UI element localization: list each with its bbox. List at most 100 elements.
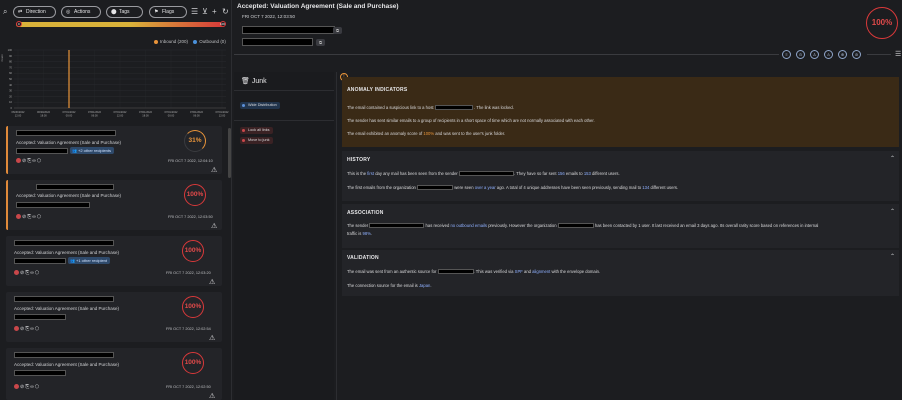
outbound-legend-label[interactable]: Outbound (0) [199,39,226,44]
redacted-sender [14,352,114,358]
history-heading: HISTORY [347,157,371,163]
email-subject: Accepted: Valuation Agreement (Sale and … [14,362,119,367]
email-subject: Accepted: Valuation Agreement (Sale and … [14,306,119,311]
x-tick-label: 07/01/2022 [88,110,102,114]
flags-filter-button[interactable]: ⚑ Flags [149,6,187,18]
email-card[interactable]: Accepted: Valuation Agreement (Sale and … [6,292,222,342]
x-tick-label: 06/30/2022 [37,110,51,114]
validation-section: VALIDATION ⌃ The email was sent from an … [342,250,899,296]
history-line-1: This is the first day any mail has been … [347,171,620,176]
y-tick-label: 10 [9,100,12,104]
inbound-bar [68,50,70,108]
validation-heading: VALIDATION [347,255,379,261]
header-divider-right [867,54,891,55]
y-tick-label: 80 [9,60,12,64]
anomaly-score-badge: 100% [182,352,204,374]
inbound-legend-label[interactable]: Inbound (200) [160,39,188,44]
filter-bar: ⌕ ⇄ Direction ◎ Actions ⬤ Tags ⚑ Flags ☰ ⊻ +… [0,5,231,19]
action-icon-6[interactable]: ⊘ [852,50,861,59]
anomaly-line-3: The email exhibited an anomaly score of … [347,131,506,136]
copy-sender-icon[interactable]: ⧉ [333,27,342,34]
recipients-tag[interactable]: +1 other recipient [68,257,111,264]
anomaly-score-badge: 31% [184,130,206,152]
x-tick-label: 07/01/2022 [63,110,77,114]
menu-icon[interactable]: ☰ [895,50,901,58]
y-tick-label: 50 [9,77,12,81]
header-divider [234,54,779,55]
traffic-chart[interactable]: 0102030405060708090100Count06/30/202212:… [0,46,232,124]
redacted-sender-inline-2 [369,223,425,228]
redacted-recipient [14,258,66,264]
action-icon-4[interactable]: ⚠ [824,50,833,59]
anomaly-line-1: The email contained a suspicious link to… [347,105,514,110]
risk-score-slider[interactable] [16,22,224,27]
warning-icon: ⚠ [211,223,218,230]
anomaly-score-badge: 100% [866,7,898,39]
email-subject: Accepted: Valuation Agreement (Sale and … [16,193,121,198]
list-scrollbar[interactable] [228,128,231,178]
redacted-recipient [16,202,90,208]
warning-icon: ⚠ [211,167,218,174]
x-tick-label: 07/01/2022 [139,110,153,114]
clear-filter-icon[interactable]: ⊻ [202,5,208,19]
redacted-org-inline-2 [557,223,594,228]
x-tick-label: 07/01/2022 [190,110,204,114]
y-tick-label: 30 [9,89,12,93]
history-collapse-icon[interactable]: ⌃ [890,155,895,162]
email-date: FRI OCT 7 2022, 12:02:54 [166,327,211,331]
x-tick-label: 07/01/2022 [216,110,230,114]
email-card[interactable]: Accepted: Valuation Agreement (Sale and … [6,126,222,174]
y-tick-label: 100 [8,48,13,52]
tag-wide-distribution[interactable]: Wide Distribution [240,102,280,109]
email-card[interactable]: Accepted: Valuation Agreement (Sale and … [6,348,222,400]
tags-filter-button[interactable]: ⬤ Tags [106,6,143,18]
tag-icon: ⬡ [34,384,41,390]
risk-flag-icon [16,158,21,163]
validation-line-2: The connection source for the email is J… [347,283,432,288]
actions-filter-button[interactable]: ◎ Actions [61,6,101,18]
validation-collapse-icon[interactable]: ⌃ [890,253,895,260]
association-collapse-icon[interactable]: ⌃ [890,208,895,215]
email-date: FRI OCT 7 2022, 12:02:50 [166,385,211,389]
folder-separator [234,90,334,91]
anomaly-section: ANOMALY INDICATORS The email contained a… [342,77,899,147]
folder-name: 🗑 Junk [241,77,267,85]
action-lock-all-links[interactable]: Lock all links [240,127,273,134]
add-icon[interactable]: + [212,5,217,19]
copy-recipient-icon[interactable]: ⧉ [316,39,325,46]
action-icon-2[interactable]: ⊙ [796,50,805,59]
redacted-domain-inline [437,269,474,274]
x-tick-label: 07/01/2022 [114,110,128,114]
list-view-icon[interactable]: ☰ [191,5,198,19]
email-flag-icons: ⊘⎘∞⬡ [14,326,40,332]
direction-icon: ⇄ [18,9,23,15]
recipients-tag[interactable]: +2 other recipients [70,147,115,154]
email-date: FRI OCT 7 2022, 12:03:20 [166,271,211,275]
history-line-2: The first emails from the organization w… [347,185,679,190]
email-card[interactable]: Accepted: Valuation Agreement (Sale and … [6,236,222,286]
warning-icon: ⚠ [209,279,216,286]
refresh-icon[interactable]: ↻ [222,5,229,19]
anomaly-score-badge: 100% [182,240,204,262]
email-subject-title: Accepted: Valuation Agreement (Sale and … [237,3,399,10]
direction-filter-button[interactable]: ⇄ Direction [13,6,56,18]
risk-flag-icon [16,214,21,219]
y-axis-label: Count [0,54,4,61]
folder-label: Junk [251,78,267,85]
email-detail-pane: Accepted: Valuation Agreement (Sale and … [234,0,902,400]
y-tick-label: 60 [9,71,12,75]
redacted-sender [242,26,335,34]
redacted-host [434,105,473,110]
redacted-sender [36,184,114,190]
redacted-sender [14,296,114,302]
action-move-to-junk[interactable]: Move to junk [240,137,273,144]
x-tick-label: 18:00 [142,114,149,118]
validation-line-1: The email was sent from an authentic sou… [347,269,601,274]
action-icon-5[interactable]: ⊕ [838,50,847,59]
y-tick-label: 90 [9,54,12,58]
email-card[interactable]: Accepted: Valuation Agreement (Sale and … [6,180,222,230]
action-icon-3[interactable]: ♙ [810,50,819,59]
search-icon[interactable]: ⌕ [3,5,7,19]
action-icon-1[interactable]: ≡ [782,50,791,59]
association-section: ASSOCIATION ⌃ The sender has received no… [342,204,899,248]
